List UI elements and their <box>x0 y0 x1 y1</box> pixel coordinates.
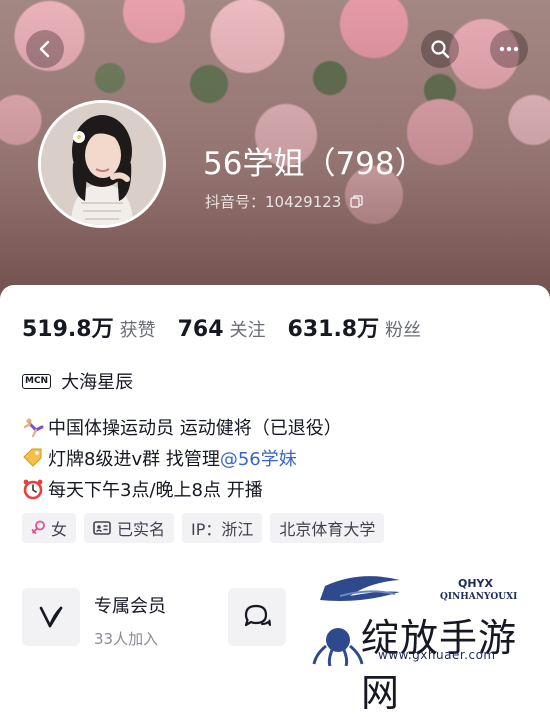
watermark-url: www.gxhuaer.com <box>378 648 496 662</box>
search-icon <box>431 40 450 59</box>
avatar-portrait <box>41 103 163 225</box>
likes-label[interactable]: 获赞 <box>120 316 156 342</box>
tag-row: 女 已实名 IP：浙江 北京体育大学 <box>22 513 385 543</box>
profile-nickname: 56学姐（798） <box>203 146 426 182</box>
id-card-icon <box>93 521 111 535</box>
bio-line-2-text: 灯牌8级进v群 找管理 <box>48 449 220 470</box>
gender-tag-label: 女 <box>51 520 68 539</box>
bio-line-3-text: 每天下午3点/晚上8点 开播 <box>48 480 263 501</box>
mention-link[interactable]: @56学妹 <box>220 445 297 471</box>
likes-count[interactable]: 519.8万 <box>22 311 114 343</box>
ip-tag-label: IP：浙江 <box>191 520 254 539</box>
member-text: 专属会员 33人加入 <box>94 588 166 649</box>
copy-icon[interactable] <box>350 195 363 208</box>
member-title: 专属会员 <box>94 596 166 617</box>
watermark-logo-subtext: QINHANYOUXI <box>440 592 518 602</box>
bio-line-1-text: 中国体操运动员 运动健将（已退役） <box>48 418 342 439</box>
more-icon <box>499 46 519 52</box>
tag-emoji-icon <box>23 448 42 467</box>
bio-line: 每天下午3点/晚上8点 开播 <box>22 476 263 502</box>
back-button[interactable] <box>26 30 64 68</box>
followers-label[interactable]: 粉丝 <box>385 316 421 342</box>
mcn-badge: MCN <box>22 373 52 389</box>
school-tag[interactable]: 北京体育大学 <box>270 513 385 543</box>
followers-count[interactable]: 631.8万 <box>288 311 380 343</box>
gender-tag: 女 <box>22 513 77 543</box>
bio-line: 灯牌8级进v群 找管理 @56学妹 <box>22 445 297 471</box>
more-button[interactable] <box>490 30 528 68</box>
following-label[interactable]: 关注 <box>230 316 266 342</box>
female-icon <box>31 520 45 534</box>
mcn-name: 大海星辰 <box>61 372 134 393</box>
ip-location-tag: IP：浙江 <box>182 513 263 543</box>
watermark-logo-text: QHYX <box>458 577 494 590</box>
school-tag-label: 北京体育大学 <box>279 520 376 539</box>
member-count: 33人加入 <box>94 630 159 648</box>
verified-tag: 已实名 <box>84 513 175 543</box>
verified-tag-label: 已实名 <box>117 520 166 539</box>
member-club-card[interactable]: 专属会员 33人加入 <box>22 588 166 649</box>
gymnast-emoji-icon <box>23 418 44 438</box>
following-count[interactable]: 764 <box>178 317 224 342</box>
back-arrow-icon <box>39 40 50 58</box>
watermark-text: 绽放手游网 <box>361 616 518 715</box>
group-chat-card[interactable] <box>228 588 286 646</box>
v-member-icon <box>39 606 63 628</box>
stats-row: 519.8万 获赞 764 关注 631.8万 粉丝 <box>22 311 443 343</box>
avatar[interactable] <box>38 100 166 228</box>
douyin-id-text: 抖音号：10429123 <box>205 193 342 211</box>
mcn-row[interactable]: MCN 大海星辰 <box>22 368 133 394</box>
douyin-id-row[interactable]: 抖音号：10429123 <box>205 191 363 212</box>
member-icon-box <box>22 588 80 646</box>
search-button[interactable] <box>421 30 459 68</box>
chat-icon <box>244 604 271 627</box>
bio-line: 中国体操运动员 运动健将（已退役） <box>22 414 342 440</box>
alarm-clock-emoji-icon <box>23 479 43 500</box>
